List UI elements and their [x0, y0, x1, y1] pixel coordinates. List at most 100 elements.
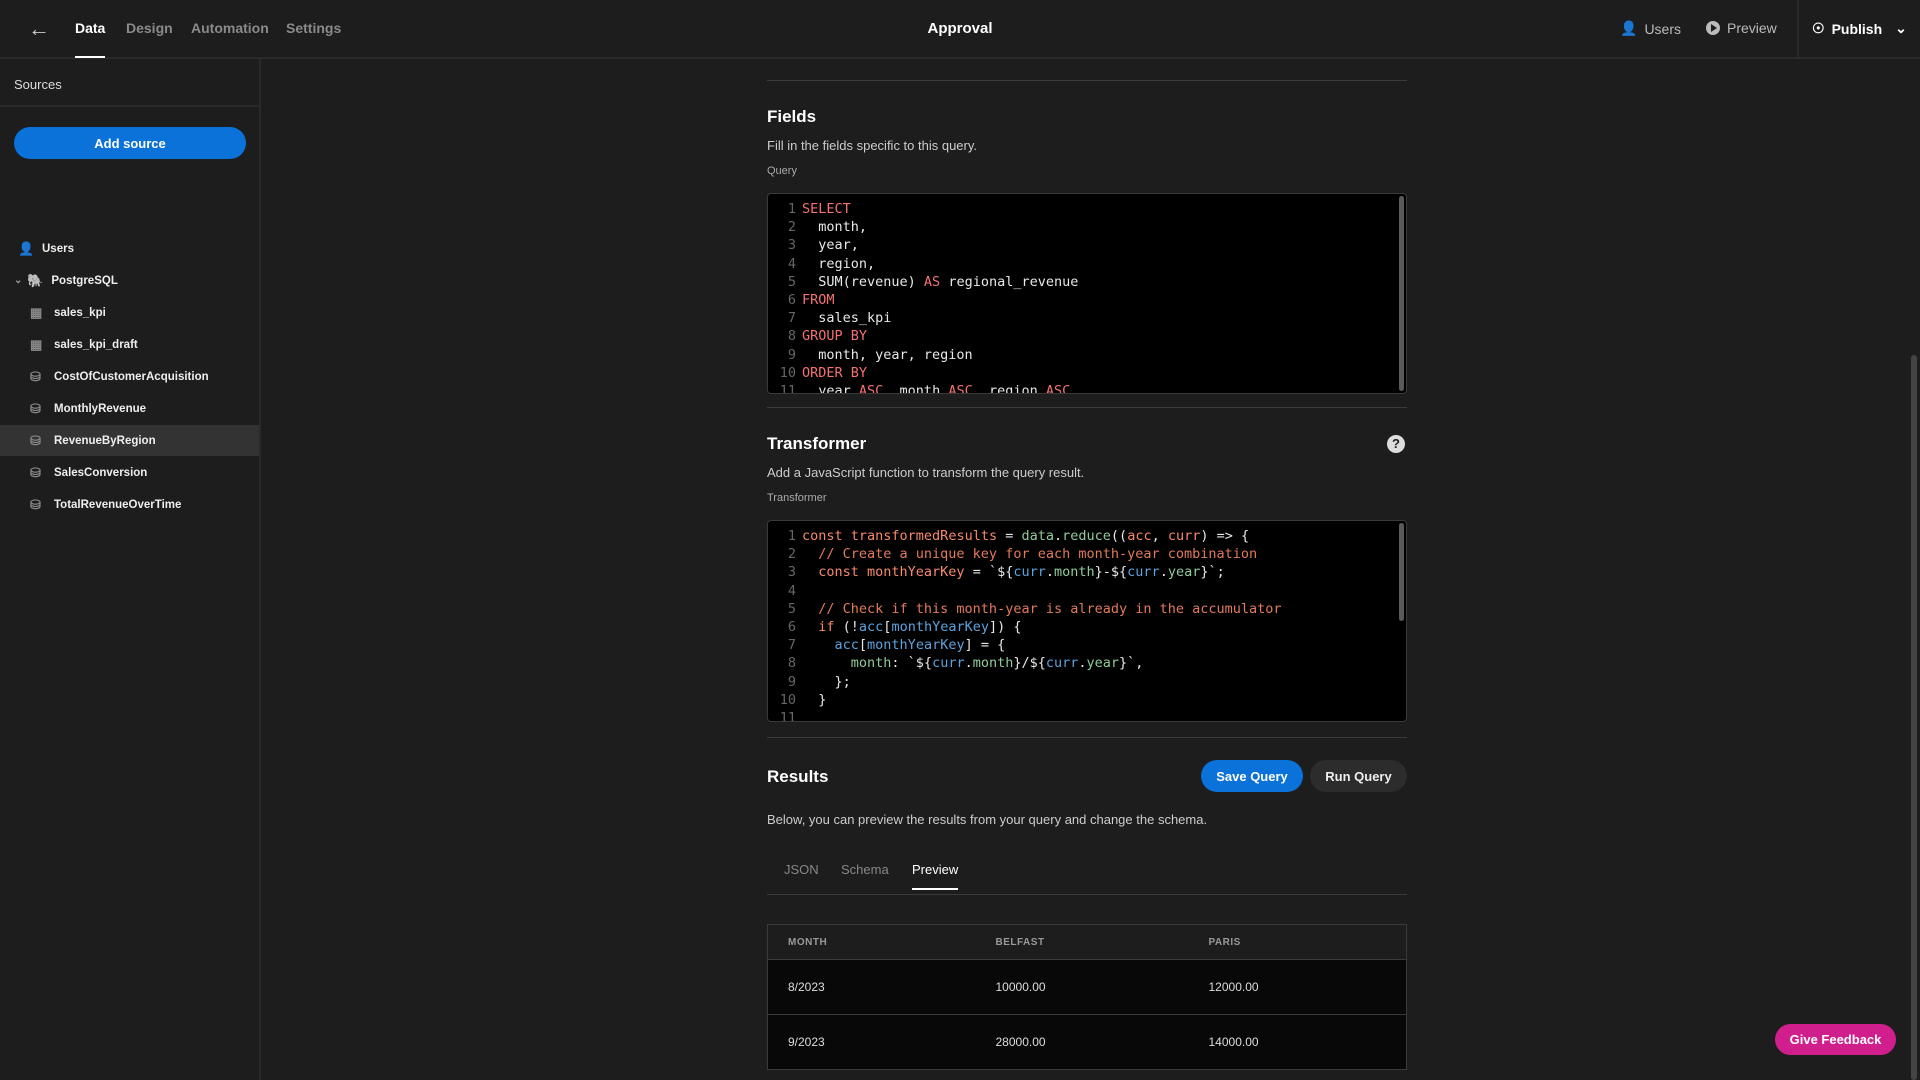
code-line: 7 acc[monthYearKey] = {: [768, 636, 1406, 654]
code-token: month, year, region: [802, 346, 973, 363]
code-line: 11 year ASC, month ASC, region ASC: [768, 382, 1406, 394]
fields-description: Fill in the fields specific to this quer…: [767, 138, 978, 153]
code-token: SUM(revenue): [802, 273, 924, 290]
sidebar-item[interactable]: ▦ sales_kpi_draft: [0, 329, 259, 360]
preview-button[interactable]: Preview: [1706, 20, 1777, 36]
code-token: .: [1078, 655, 1087, 672]
query-editor[interactable]: 1 SELECT 2 month, 3 year, 4 region, 5 SUM(rev…: [767, 193, 1407, 394]
line-number: 11: [779, 710, 796, 722]
unpublished-globe-icon: ☉: [1812, 20, 1825, 36]
code-token: ]) {: [988, 619, 1022, 636]
tab-preview[interactable]: Preview: [912, 862, 959, 890]
sidebar-item[interactable]: ▦ sales_kpi: [0, 297, 259, 328]
line-number: 1: [787, 528, 796, 544]
code-line: 5 SUM(revenue) AS regional_revenue: [768, 273, 1406, 291]
page-scrollbar[interactable]: [1911, 355, 1917, 1080]
cell-paris: 12000.00: [1188, 959, 1407, 1015]
column-header: MONTH: [767, 924, 976, 960]
code-token: curr: [1013, 564, 1046, 581]
code-token: acc: [858, 619, 884, 636]
chevron-down-icon[interactable]: ⌄: [14, 275, 22, 286]
line-number: 6: [787, 292, 796, 309]
users-icon: 👤: [18, 240, 35, 256]
code-token: year,: [802, 237, 859, 254]
query-icon: ⛁: [30, 496, 41, 512]
code-line: 7 sales_kpi: [768, 309, 1406, 327]
line-number: 3: [787, 564, 796, 581]
tab-schema[interactable]: Schema: [841, 862, 889, 877]
help-icon[interactable]: ?: [1387, 435, 1405, 453]
code-line: 11: [768, 709, 1406, 722]
code-token: if: [802, 619, 843, 636]
code-token: reduce: [1062, 528, 1111, 544]
line-number: 9: [787, 346, 796, 363]
add-source-button[interactable]: Add source: [14, 127, 246, 159]
cell-month: 8/2023: [767, 959, 976, 1015]
transformer-editor[interactable]: 1 const transformedResults = data.reduce(…: [767, 520, 1407, 722]
code-token: ORDER BY: [802, 364, 868, 381]
code-line: 10 ORDER BY: [768, 364, 1406, 382]
sidebar-item[interactable]: ⛁ SalesConversion: [0, 457, 259, 488]
sidebar-item[interactable]: ⛁ CostOfCustomerAcquisition: [0, 361, 259, 392]
code-line: 9 };: [768, 673, 1406, 691]
code-token: }`,: [1119, 655, 1144, 672]
code-token: ,: [1151, 528, 1168, 544]
run-query-button[interactable]: Run Query: [1310, 760, 1407, 792]
preview-label: Preview: [1727, 20, 1777, 36]
code-token: curr: [1167, 528, 1201, 544]
users-label: Users: [1644, 20, 1681, 37]
scrollbar[interactable]: [1399, 196, 1404, 391]
code-token: const: [802, 564, 868, 581]
results-table: MONTH BELFAST PARIS 8/2023 10000.00 12000.…: [767, 924, 1407, 1070]
code-token: year: [802, 383, 859, 394]
sidebar-item-label: PostgreSQL: [51, 274, 118, 287]
code-line: 1 const transformedResults = data.reduce(…: [768, 527, 1406, 545]
publish-button[interactable]: ☉ Publish ⌄: [1812, 20, 1907, 37]
code-token: ) => {: [1200, 528, 1250, 544]
sidebar-item-label: sales_kpi_draft: [54, 338, 138, 351]
sidebar-item-label: RevenueByRegion: [54, 434, 156, 447]
save-query-button[interactable]: Save Query: [1201, 760, 1303, 792]
code-token: ] = {: [964, 637, 1006, 654]
divider: [767, 407, 1407, 408]
line-number: 4: [787, 255, 796, 272]
give-feedback-button[interactable]: Give Feedback: [1775, 1024, 1896, 1055]
top-bar: ← Data Design Automation Settings Approv…: [0, 0, 1920, 59]
code-line: 2 month,: [768, 218, 1406, 236]
line-number: 7: [787, 637, 796, 654]
transformer-description: Add a JavaScript function to transform t…: [767, 465, 1085, 480]
sidebar-item-label: MonthlyRevenue: [54, 402, 147, 415]
sidebar-item[interactable]: ⛁ MonthlyRevenue: [0, 393, 259, 424]
code-token: regional_revenue: [940, 273, 1079, 290]
sidebar: Sources Add source 👤 Users ⌄ 🐘 PostgreSQL ▦ sa…: [0, 59, 261, 1080]
line-number: 11: [779, 383, 796, 394]
code-token: year: [1086, 655, 1120, 672]
code-token: }-${: [1094, 564, 1128, 581]
code-token: , month: [883, 383, 949, 394]
sidebar-item-label: SalesConversion: [54, 466, 148, 479]
tab-json[interactable]: JSON: [784, 862, 819, 877]
sidebar-item-label: sales_kpi: [54, 306, 106, 319]
scrollbar[interactable]: [1399, 523, 1404, 621]
sidebar-item[interactable]: ⛁ TotalRevenueOverTime: [0, 489, 259, 520]
sidebar-item[interactable]: ⛁ RevenueByRegion: [0, 425, 259, 456]
query-icon: ⛁: [30, 464, 41, 480]
sidebar-item-label: Users: [42, 242, 74, 255]
sidebar-item[interactable]: 👤 Users: [0, 233, 259, 264]
query-icon: ⛁: [30, 400, 41, 416]
sidebar-item-label: TotalRevenueOverTime: [54, 498, 182, 511]
users-button[interactable]: 👤 Users: [1620, 20, 1681, 37]
code-token: FROM: [802, 292, 835, 309]
code-token: = `${: [964, 564, 1014, 581]
code-token: ASC: [948, 383, 973, 394]
code-token: ASC: [858, 383, 884, 394]
query-icon: ⛁: [30, 432, 41, 448]
code-token: .: [1054, 528, 1063, 544]
code-token: SELECT: [802, 201, 851, 217]
code-token: monthYearKey: [867, 564, 965, 581]
sidebar-item[interactable]: ⌄ 🐘 PostgreSQL: [0, 265, 259, 296]
code-token: }: [802, 691, 827, 708]
line-number: 7: [787, 310, 796, 327]
line-number: 2: [787, 546, 796, 563]
code-token: transformedResults: [850, 528, 998, 544]
